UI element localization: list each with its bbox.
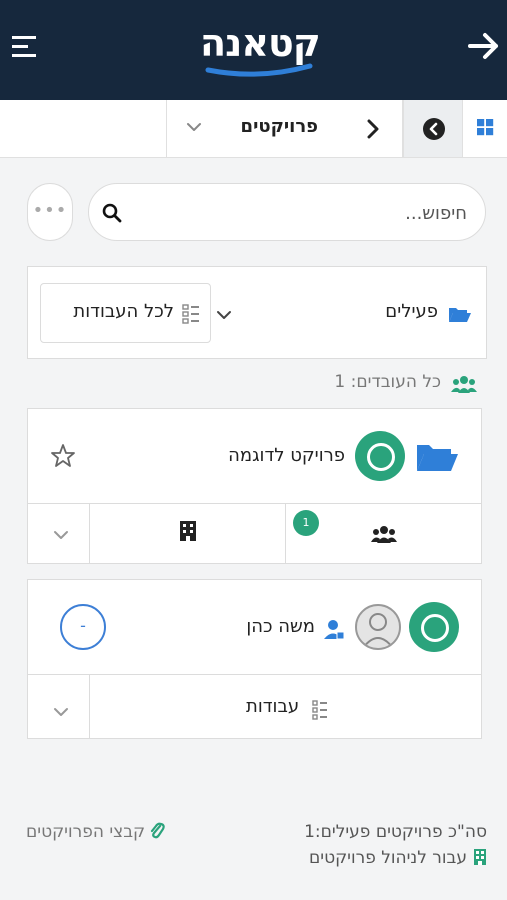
active-projects-count: סה"כ פרויקטים פעילים:1 (304, 822, 487, 842)
tab-grid-view[interactable] (462, 100, 507, 157)
project-files-link[interactable]: קבצי הפרויקטים (26, 822, 165, 842)
building-icon (474, 849, 486, 865)
list-icon (182, 304, 199, 324)
worker-name[interactable]: משה כהן (246, 616, 315, 637)
folder-open-icon (417, 445, 458, 471)
card-divider (28, 674, 481, 675)
team-count-badge: 1 (293, 510, 319, 536)
project-status-icon (355, 431, 405, 481)
card-vdivider (89, 504, 90, 564)
users-icon (451, 376, 477, 393)
app-logo[interactable]: קטאנה (200, 20, 321, 78)
users-icon[interactable] (371, 525, 397, 543)
circle-chevron-left-icon (423, 118, 445, 140)
building-icon[interactable] (179, 520, 197, 542)
worker-card[interactable]: משה כהן - עבודות (27, 579, 482, 739)
card-vdivider (285, 504, 286, 564)
logo-swoosh-icon (205, 63, 313, 77)
list-icon (312, 700, 327, 720)
project-files-label: קבצי הפרויקטים (26, 822, 146, 842)
project-card[interactable]: פרויקט לדוגמה 1 (27, 408, 482, 564)
paperclip-icon (151, 822, 165, 839)
search-bar (88, 183, 486, 241)
workers-count-label: כל העובדים: 1 (334, 372, 441, 392)
avatar (355, 604, 401, 650)
tab-bar: פרויקטים (0, 100, 507, 158)
star-icon[interactable] (50, 443, 76, 469)
user-silhouette-icon (362, 613, 394, 648)
arrow-right-icon[interactable] (466, 28, 502, 64)
worker-status-icon (409, 602, 459, 652)
chevron-down-icon[interactable] (52, 529, 70, 541)
tab-back[interactable] (403, 100, 462, 157)
chevron-down-icon[interactable] (185, 120, 203, 136)
grid-icon (477, 119, 494, 136)
worker-progress-ring[interactable]: - (60, 604, 106, 650)
app-header: קטאנה (0, 0, 507, 100)
footer-stats: סה"כ פרויקטים פעילים:1 עבור לניהול פרויק… (304, 822, 487, 874)
menu-icon[interactable] (12, 34, 40, 60)
card-vdivider (89, 675, 90, 739)
chevron-down-icon[interactable] (216, 309, 232, 321)
more-options-button[interactable]: ••• (27, 183, 73, 241)
all-jobs-label: לכל העבודות (73, 301, 174, 322)
folder-open-icon (449, 308, 471, 322)
search-icon[interactable] (101, 202, 123, 224)
jobs-label[interactable]: עבודות (246, 696, 299, 717)
status-filter-label[interactable]: פעילים (385, 301, 438, 322)
project-title[interactable]: פרויקט לדוגמה (228, 445, 345, 466)
chevron-right-icon (367, 119, 379, 139)
all-jobs-button[interactable]: לכל העבודות (40, 283, 211, 343)
user-icon (324, 620, 345, 640)
tab-projects[interactable]: פרויקטים (166, 100, 403, 157)
chevron-down-icon[interactable] (52, 706, 70, 718)
card-divider (28, 503, 481, 504)
manage-projects-link[interactable]: עבור לניהול פרויקטים (304, 848, 487, 874)
workers-count: כל העובדים: 1 (297, 372, 477, 396)
manage-projects-label: עבור לניהול פרויקטים (309, 848, 467, 868)
filter-panel: פעילים לכל העבודות (27, 266, 487, 359)
search-input[interactable] (147, 198, 467, 228)
tab-projects-label: פרויקטים (240, 116, 318, 137)
